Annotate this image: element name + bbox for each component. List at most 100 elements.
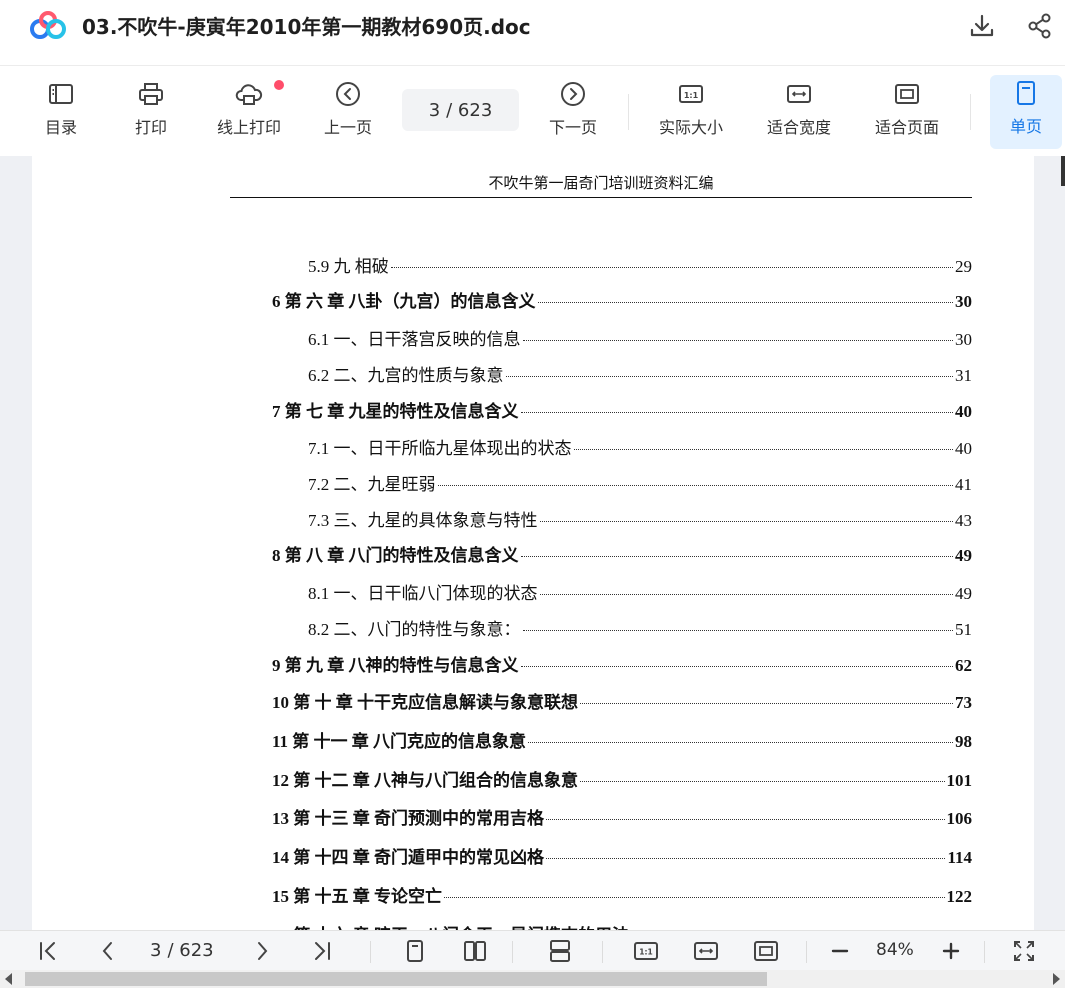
toc-section-entry: 8.2 二、八门的特性与象意： 51 [308,615,972,640]
toc-page-number: 114 [947,848,972,867]
single-page-view-icon[interactable] [403,939,427,963]
scroll-right-arrow-icon[interactable] [1053,973,1060,985]
fit-page-icon[interactable] [754,939,778,963]
zoom-in-icon[interactable] [939,939,963,963]
document-page: 不吹牛第一届奇门培训班资料汇编 5.9 九 相破 29 6 第 六 章 八卦（九宫）… [32,156,1034,930]
share-icon[interactable] [1026,12,1054,40]
baidu-netdisk-logo-icon [30,11,66,39]
toc-page-number: 31 [955,366,972,385]
svg-text:1:1: 1:1 [639,948,652,957]
toc-entry-title: 8.1 一、日干临八门体现的状态 [308,584,538,603]
toc-dot-leader [546,858,946,859]
toc-chapter-entry: 12 第 十二 章 八神与八门组合的信息象意 101 [272,766,972,791]
toc-entry-title: 15 第 十五 章 专论空亡 [272,887,442,906]
toc-entry-title: 8.2 二、八门的特性与象意： [308,620,521,639]
fit-width-icon[interactable] [694,939,718,963]
download-icon[interactable] [968,12,996,40]
actual-size-icon[interactable]: 1:1 [634,939,658,963]
next-page-icon[interactable] [250,939,274,963]
first-page-icon[interactable] [36,939,60,963]
toc-dot-leader [580,703,953,704]
toc-dot-leader [444,897,945,898]
next-page-button[interactable]: 下一页 [543,76,603,150]
chevron-right-circle-icon [561,82,585,106]
toc-entry-title: 16 第 十六 章 暗干、八门含干、星门携吉的用法 [272,921,629,930]
toc-sidebar-icon [49,84,73,104]
toc-label: 目录 [44,118,77,137]
fullscreen-icon[interactable] [1012,939,1036,963]
print-label: 打印 [134,118,167,137]
online-print-label: 线上打印 [216,118,281,137]
toolbar-divider [628,94,629,130]
bottom-divider [512,941,513,963]
print-button[interactable]: 打印 [128,76,174,150]
toc-page-number: 30 [955,292,972,311]
toc-chapter-entry: 9 第 九 章 八神的特性与信息含义 62 [272,651,972,676]
toc-dot-leader [522,340,953,341]
single-page-button[interactable]: 单页 [990,75,1062,149]
toc-entry-title: 6 第 六 章 八卦（九宫）的信息含义 [272,292,536,311]
fit-width-button[interactable]: 适合宽度 [760,76,838,150]
single-page-icon [1017,81,1035,105]
toc-button[interactable]: 目录 [38,76,84,150]
toc-entry-title: 9 第 九 章 八神的特性与信息含义 [272,656,519,675]
toc-section-entry: 6.2 二、九宫的性质与象意 31 [308,361,972,386]
bottom-divider [984,941,985,963]
double-page-view-icon[interactable] [463,939,487,963]
toc-entry-title: 8 第 八 章 八门的特性及信息含义 [272,546,519,565]
toc-page-number: 98 [955,732,972,751]
vertical-scrollbar[interactable] [1061,156,1065,186]
toc-dot-leader [528,742,953,743]
toc-dot-leader [580,781,945,782]
bottom-page-indicator[interactable]: 3 / 623 [150,940,214,961]
toc-dot-leader [437,485,953,486]
toc-section-entry: 5.9 九 相破 29 [308,252,972,277]
toc-page-number: 122 [946,887,973,906]
toc-page-number: 29 [955,257,972,276]
toc-dot-leader [539,521,953,522]
zoom-level[interactable]: 84% [876,940,914,960]
actual-size-label: 实际大小 [658,118,723,137]
page-number-input[interactable]: 3 / 623 [402,89,519,131]
toc-dot-leader [505,376,953,377]
prev-page-button[interactable]: 上一页 [318,76,378,150]
scroll-left-arrow-icon[interactable] [5,973,12,985]
continuous-scroll-icon[interactable] [548,939,572,963]
toc-entry-title: 13 第 十三 章 奇门预测中的常用吉格 [272,809,544,828]
toolbar-divider [970,94,971,130]
toc-chapter-entry: 16 第 十六 章 暗干、八门含干、星门携吉的用法124 [272,921,972,930]
toc-dot-leader [537,302,953,303]
title-bar: 03.不吹牛-庚寅年2010年第一期教材690页.doc [0,0,1065,66]
toc-section-entry: 6.1 一、日干落宫反映的信息 30 [308,325,972,350]
fit-width-label: 适合宽度 [766,118,831,137]
toc-entry-title: 7.2 二、九星旺弱 [308,475,436,494]
toc-chapter-entry: 8 第 八 章 八门的特性及信息含义 49 [272,541,972,566]
total-pages: / 623 [446,99,493,121]
toc-section-entry: 8.1 一、日干临八门体现的状态 49 [308,579,972,604]
bottom-divider [602,941,603,963]
prev-page-icon[interactable] [96,939,120,963]
toc-page-number: 49 [955,546,972,565]
toc-entry-title: 6.1 一、日干落宫反映的信息 [308,330,521,349]
toc-chapter-entry: 7 第 七 章 九星的特性及信息含义 40 [272,397,972,422]
toc-entry-title: 12 第 十二 章 八神与八门组合的信息象意 [272,771,578,790]
document-viewer[interactable]: 不吹牛第一届奇门培训班资料汇编 5.9 九 相破 29 6 第 六 章 八卦（九宫）… [0,156,1065,930]
page-header: 不吹牛第一届奇门培训班资料汇编 [230,172,972,198]
current-page[interactable]: 3 [429,100,440,121]
toc-chapter-entry: 6 第 六 章 八卦（九宫）的信息含义 30 [272,287,972,312]
bottom-current-page[interactable]: 3 [150,940,161,961]
horizontal-scroll-thumb[interactable] [25,972,767,986]
last-page-icon[interactable] [310,939,334,963]
bottom-total-pages: / 623 [167,940,214,961]
fit-page-button[interactable]: 适合页面 [868,76,946,150]
zoom-out-icon[interactable] [828,939,852,963]
toc-dot-leader [520,412,953,413]
toc-page-number: 49 [955,584,972,603]
toc-dot-leader [539,594,953,595]
toc-chapter-entry: 14 第 十四 章 奇门遁甲中的常见凶格 114 [272,843,972,868]
document-title: 03.不吹牛-庚寅年2010年第一期教材690页.doc [82,15,531,39]
toc-section-entry: 7.3 三、九星的具体象意与特性 43 [308,506,972,531]
horizontal-scrollbar[interactable] [0,970,1065,988]
actual-size-button[interactable]: 1:1 实际大小 [652,76,730,150]
bottom-divider [370,941,371,963]
